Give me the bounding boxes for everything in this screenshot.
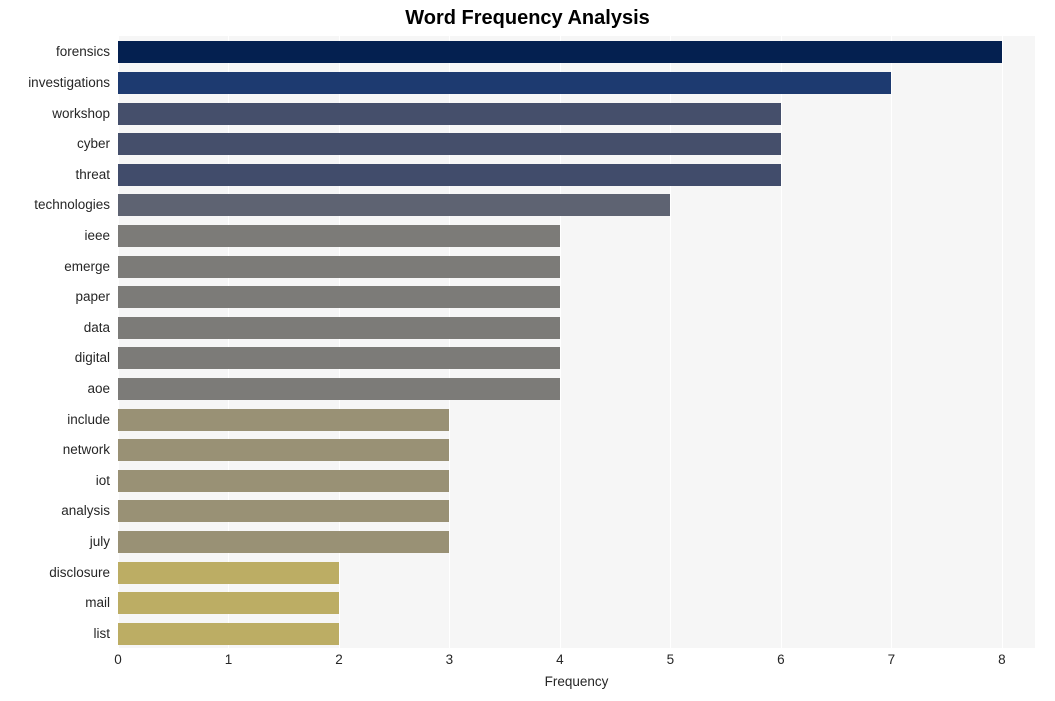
bar-network[interactable]	[118, 439, 450, 462]
y-tick-label-workshop: workshop	[52, 105, 110, 121]
bar-investigations[interactable]	[118, 71, 892, 94]
x-tick-label-0: 0	[114, 652, 122, 667]
y-tick-label-paper: paper	[75, 289, 110, 305]
x-tick-label-2: 2	[335, 652, 343, 667]
bar-mail[interactable]	[118, 592, 339, 615]
y-tick-label-technologies: technologies	[34, 197, 110, 213]
y-tick-label-digital: digital	[74, 350, 110, 366]
x-tick-label-5: 5	[666, 652, 675, 667]
bar-cyber[interactable]	[118, 133, 781, 156]
y-tick-label-iot: iot	[95, 472, 110, 488]
bar-analysis[interactable]	[118, 500, 450, 523]
y-tick-label-july: july	[89, 533, 110, 549]
gridline-x-8	[1001, 36, 1003, 648]
bar-threat[interactable]	[118, 163, 781, 186]
y-tick-label-forensics: forensics	[55, 44, 110, 60]
bar-digital[interactable]	[118, 347, 560, 370]
bar-include[interactable]	[118, 408, 450, 431]
x-tick-label-8: 8	[998, 652, 1006, 667]
y-tick-label-aoe: aoe	[87, 380, 110, 396]
x-axis-title: Frequency	[544, 674, 609, 689]
bar-workshop[interactable]	[118, 102, 781, 125]
x-tick-label-3: 3	[445, 652, 454, 667]
y-tick-label-mail: mail	[85, 595, 110, 611]
gridline-x-1	[228, 36, 230, 648]
y-tick-label-threat: threat	[75, 166, 110, 182]
x-tick-label-7: 7	[887, 652, 896, 667]
gridline-x-6	[780, 36, 782, 648]
bar-disclosure[interactable]	[118, 561, 339, 584]
y-tick-label-network: network	[62, 442, 110, 458]
y-tick-label-ieee: ieee	[84, 227, 110, 243]
bar-forensics[interactable]	[118, 41, 1002, 64]
x-tick-label-1: 1	[224, 652, 233, 667]
bar-iot[interactable]	[118, 469, 450, 492]
y-tick-label-investigations: investigations	[28, 74, 110, 90]
y-tick-label-list: list	[93, 625, 111, 641]
y-tick-label-analysis: analysis	[61, 503, 110, 519]
x-tick-label-6: 6	[777, 652, 785, 667]
y-tick-label-disclosure: disclosure	[49, 564, 110, 580]
y-tick-label-data: data	[83, 319, 110, 335]
gridline-x-4	[559, 36, 561, 648]
chart-figure: Word Frequency Analysis forensics investi…	[0, 0, 1055, 701]
plot-area	[118, 36, 1035, 648]
gridline-x-0	[118, 36, 119, 648]
bar-technologies[interactable]	[118, 194, 671, 217]
y-axis-tick-labels: forensics investigations workshop cyber thre…	[0, 36, 110, 648]
bar-aoe[interactable]	[118, 377, 560, 400]
y-tick-label-emerge: emerge	[64, 258, 110, 274]
chart-title: Word Frequency Analysis	[405, 7, 650, 29]
bar-ieee[interactable]	[118, 224, 560, 247]
bar-paper[interactable]	[118, 286, 560, 309]
x-tick-label-4: 4	[556, 652, 564, 667]
x-axis-tick-labels: 0 1 2 3 4 5 6 7 8	[0, 652, 1055, 674]
bar-july[interactable]	[118, 530, 450, 553]
y-tick-label-include: include	[67, 411, 110, 427]
y-tick-label-cyber: cyber	[76, 136, 110, 152]
gridline-x-7	[891, 36, 893, 648]
bar-list[interactable]	[118, 622, 339, 645]
bar-data[interactable]	[118, 316, 560, 339]
gridline-x-2	[338, 36, 340, 648]
gridline-x-5	[670, 36, 672, 648]
bar-emerge[interactable]	[118, 255, 560, 278]
gridline-x-3	[449, 36, 451, 648]
